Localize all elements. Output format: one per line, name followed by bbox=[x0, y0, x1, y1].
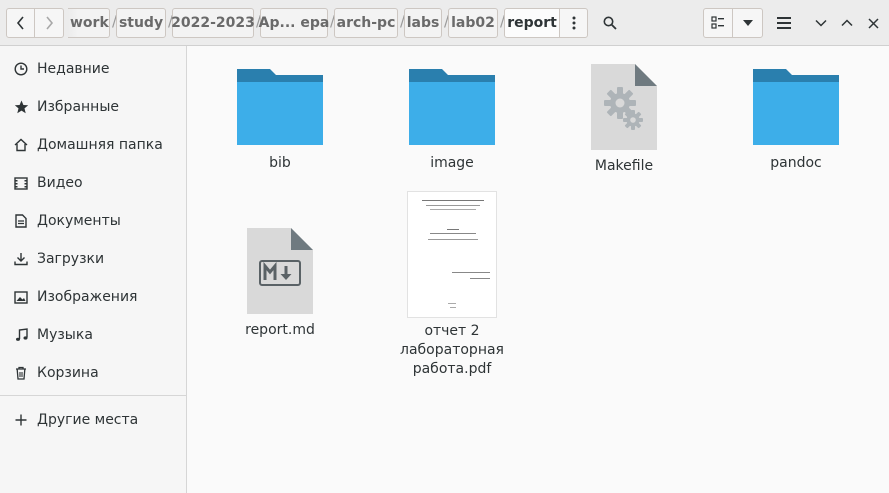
image-icon bbox=[12, 289, 30, 305]
minimize-icon bbox=[815, 19, 827, 27]
breadcrumb-item[interactable]: work bbox=[68, 8, 110, 38]
sidebar-item-label: Документы bbox=[37, 213, 121, 229]
file-view: bib image Makefile pandoc report.md отче… bbox=[188, 46, 889, 493]
sidebar-item-downloads[interactable]: Загрузки bbox=[0, 240, 186, 278]
breadcrumb-item[interactable]: lab02 bbox=[448, 8, 498, 38]
sidebar-item-pictures[interactable]: Изображения bbox=[0, 278, 186, 316]
sidebar-item-label: Загрузки bbox=[37, 251, 105, 267]
folder-icon bbox=[237, 69, 323, 145]
star-icon bbox=[12, 99, 30, 115]
file-name: отчет 2 лабораторная работа.pdf bbox=[400, 323, 504, 377]
sidebar-item-starred[interactable]: Избранные bbox=[0, 88, 186, 126]
trash-icon bbox=[12, 365, 30, 381]
sidebar-item-documents[interactable]: Документы bbox=[0, 202, 186, 240]
document-icon bbox=[12, 213, 30, 229]
go-next-icon bbox=[46, 16, 54, 30]
sidebar-divider bbox=[0, 395, 186, 396]
breadcrumb-item[interactable]: study bbox=[116, 8, 166, 38]
sidebar-item-music[interactable]: Музыка bbox=[0, 316, 186, 354]
video-icon bbox=[12, 175, 30, 191]
search-icon bbox=[603, 16, 617, 30]
view-list-icon bbox=[711, 16, 724, 29]
file-name: bib bbox=[269, 155, 291, 171]
back-button[interactable] bbox=[6, 8, 35, 38]
file-item-markdown[interactable]: report.md bbox=[215, 227, 345, 340]
file-item-folder[interactable]: image bbox=[387, 66, 517, 173]
sidebar-item-label: Другие места bbox=[37, 412, 139, 428]
go-previous-icon bbox=[16, 16, 24, 30]
file-item-folder[interactable]: pandoc bbox=[731, 66, 861, 173]
plus-icon bbox=[12, 412, 30, 428]
pdf-thumbnail bbox=[407, 191, 497, 318]
markdown-document-icon bbox=[247, 228, 313, 314]
file-name: pandoc bbox=[770, 155, 822, 171]
search-button[interactable] bbox=[596, 8, 624, 38]
view-options-button[interactable] bbox=[732, 8, 763, 38]
sidebar-item-label: Изображения bbox=[37, 289, 138, 305]
sidebar-item-label: Домашняя папка bbox=[37, 137, 163, 153]
breadcrumb-item-current[interactable]: report bbox=[504, 8, 560, 38]
sidebar-item-other-locations[interactable]: Другие места bbox=[0, 401, 186, 439]
breadcrumb-item[interactable]: labs bbox=[404, 8, 442, 38]
file-name: Makefile bbox=[594, 158, 654, 174]
sidebar-item-label: Видео bbox=[37, 175, 83, 191]
sidebar-item-videos[interactable]: Видео bbox=[0, 164, 186, 202]
breadcrumb-item[interactable]: Ар... ера bbox=[259, 8, 329, 38]
maximize-icon bbox=[841, 19, 853, 27]
close-button[interactable] bbox=[860, 8, 886, 38]
file-item-folder[interactable]: bib bbox=[215, 66, 345, 173]
gear-document-icon bbox=[591, 64, 657, 150]
path-menu-button[interactable] bbox=[559, 8, 588, 38]
clock-icon bbox=[12, 61, 30, 77]
sidebar-item-recent[interactable]: Недавние bbox=[0, 50, 186, 88]
breadcrumb-item[interactable]: 2022-2023 bbox=[171, 8, 255, 38]
home-icon bbox=[12, 137, 30, 153]
minimize-button[interactable] bbox=[808, 8, 834, 38]
sidebar-item-label: Музыка bbox=[37, 327, 93, 343]
sidebar-item-trash[interactable]: Корзина bbox=[0, 354, 186, 392]
folder-icon bbox=[409, 69, 495, 145]
sidebar: Недавние Избранные Домашняя папка Видео … bbox=[0, 46, 187, 493]
forward-button[interactable] bbox=[34, 8, 64, 38]
file-name: image bbox=[430, 155, 474, 171]
sidebar-item-label: Корзина bbox=[37, 365, 99, 381]
sidebar-item-home[interactable]: Домашняя папка bbox=[0, 126, 186, 164]
sidebar-item-label: Недавние bbox=[37, 61, 110, 77]
sidebar-item-label: Избранные bbox=[37, 99, 119, 115]
main-menu-button[interactable] bbox=[770, 8, 798, 38]
file-name: report.md bbox=[245, 322, 315, 338]
file-item-makefile[interactable]: Makefile bbox=[559, 63, 689, 176]
download-icon bbox=[12, 251, 30, 267]
music-icon bbox=[12, 327, 30, 343]
view-mode-button[interactable] bbox=[703, 8, 733, 38]
header-bar: work / study / 2022-2023 / Ар... ера / a… bbox=[0, 0, 889, 46]
open-menu-icon bbox=[777, 17, 791, 29]
maximize-button[interactable] bbox=[834, 8, 860, 38]
folder-icon bbox=[753, 69, 839, 145]
file-item-pdf[interactable]: отчет 2 лабораторная работа.pdf bbox=[387, 191, 517, 379]
close-icon bbox=[867, 17, 879, 29]
breadcrumb-item[interactable]: arch-pc bbox=[334, 8, 398, 38]
pan-down-icon bbox=[742, 20, 753, 26]
view-more-icon bbox=[572, 16, 575, 30]
